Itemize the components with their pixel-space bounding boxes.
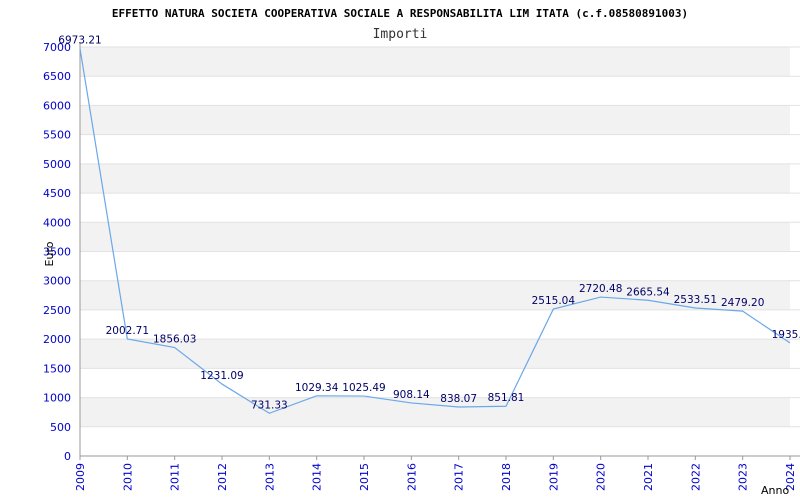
x-tick-label: 2009 [74,463,87,491]
grid-band [80,193,790,223]
y-tick-label: 4000 [43,216,71,229]
y-tick-label: 6000 [43,99,71,112]
data-label: 838.07 [440,393,477,405]
chart-subtitle: Importi [373,27,428,42]
data-label: 908.14 [393,389,430,401]
data-label: 1856.03 [153,334,196,346]
x-tick-label: 2010 [121,463,134,491]
y-tick-label: 4500 [43,187,71,200]
grid-band [80,134,790,164]
data-label: 2515.04 [532,295,576,307]
x-tick-label: 2013 [263,463,276,491]
x-tick-label: 2012 [216,463,229,491]
data-label: 1231.09 [200,370,243,382]
grid-band [80,222,790,252]
data-label: 851.81 [488,392,525,404]
y-tick-label: 6500 [43,70,71,83]
y-tick-label: 2500 [43,304,71,317]
y-tick-label: 2000 [43,333,71,346]
x-tick-label: 2020 [595,463,608,491]
data-label: 2665.54 [626,286,670,298]
y-tick-label: 3000 [43,275,71,288]
line-chart: EFFETTO NATURA SOCIETA COOPERATIVA SOCIA… [43,7,800,497]
x-tick-label: 2023 [737,463,750,491]
data-label: 2479.20 [721,297,764,309]
y-tick-label: 1000 [43,392,71,405]
grid-band [80,251,790,281]
x-tick-label: 2015 [358,463,371,491]
x-tick-label: 2021 [642,463,655,491]
x-tick-label: 2011 [169,463,182,491]
data-label: 1025.49 [342,382,385,394]
chart-title: EFFETTO NATURA SOCIETA COOPERATIVA SOCIA… [112,7,688,20]
grid-band [80,368,790,398]
y-axis-label: Euro [43,241,56,266]
grid-band [80,397,790,427]
y-tick-label: 500 [50,421,71,434]
grid-band [80,105,790,135]
grid-band [80,47,790,77]
x-tick-label: 2019 [547,463,560,491]
grid-band [80,163,790,194]
y-tick-label: 1500 [43,362,71,375]
y-tick-label: 5500 [43,129,71,142]
x-axis-ticks: 2009 2010 2011 2012 2013 2014 2015 2016 2017 2018… [74,456,797,491]
data-label: 6973.21 [58,35,101,47]
x-axis-label: Anno [761,484,789,497]
x-tick-label: 2022 [689,463,702,491]
data-label: 2533.51 [674,294,717,306]
data-label: 731.33 [251,399,288,411]
data-label: 1029.34 [295,382,339,394]
grid-band [80,76,790,106]
data-label: 2720.48 [579,283,622,295]
data-label: 2002.71 [106,325,149,337]
data-label: 1935.5 [772,329,800,341]
y-tick-label: 0 [64,450,71,463]
x-tick-label: 2018 [500,463,513,491]
x-tick-label: 2016 [405,463,418,491]
x-tick-label: 2017 [453,463,466,491]
y-tick-label: 5000 [43,158,71,171]
grid-band [80,426,790,456]
x-tick-label: 2014 [311,463,324,491]
